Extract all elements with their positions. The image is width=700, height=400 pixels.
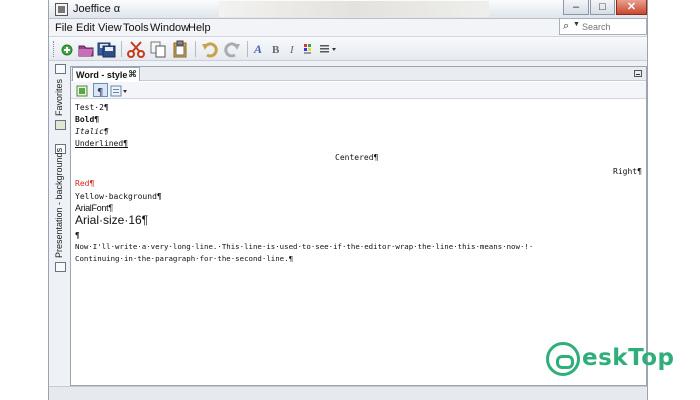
- menu-edit[interactable]: Edit: [76, 22, 95, 34]
- title-bar: Joeffice α – □ ✕: [49, 0, 647, 19]
- doc-line-arial: ArialFont¶: [75, 203, 113, 213]
- doc-line-italic: Italic¶: [75, 127, 109, 136]
- doc-line-continuation: Continuing·in·the·paragraph·for·the·seco…: [75, 254, 294, 263]
- favorites-tab[interactable]: Favorites: [54, 79, 64, 116]
- main-toolbar: A B I: [49, 37, 647, 61]
- search-input[interactable]: [582, 20, 644, 33]
- text-color-icon[interactable]: [300, 40, 318, 58]
- desktop-watermark: eskTop: [546, 342, 686, 378]
- editor-toolbar: ¶: [71, 82, 646, 99]
- tab-strip: Word - style ⌘: [71, 67, 646, 81]
- doc-line-arial-16: Arial·size·16¶: [75, 213, 149, 227]
- svg-text:I: I: [289, 44, 295, 56]
- app-icon[interactable]: [55, 3, 68, 16]
- toolbar-separator: [195, 41, 196, 57]
- doc-line-centered: Centered¶: [335, 153, 379, 162]
- doc-line-underlined: Underlined¶: [75, 139, 128, 148]
- menu-bar: File Edit View Tools Window Help: [49, 19, 647, 37]
- font-style-icon[interactable]: A: [251, 40, 269, 58]
- close-tab-icon[interactable]: ⌘: [128, 69, 137, 80]
- minimize-panel-icon[interactable]: [634, 70, 642, 77]
- close-button[interactable]: ✕: [616, 0, 647, 15]
- chevron-down-icon[interactable]: ▼: [573, 21, 580, 28]
- restore-panel-icon[interactable]: [55, 64, 66, 74]
- watermark-text: eskTop: [582, 345, 675, 371]
- menu-file[interactable]: File: [55, 22, 73, 34]
- editor-panel: Word - style ⌘ ¶ Test·2¶ Bold¶ Italic¶ U…: [70, 66, 647, 386]
- doc-line-red: Red¶: [75, 179, 95, 188]
- toolbar-separator: [121, 41, 122, 57]
- window-title: Joeffice α: [73, 3, 121, 15]
- paste-icon[interactable]: [171, 40, 189, 58]
- blurred-region: [219, 1, 489, 17]
- copy-icon[interactable]: [149, 40, 167, 58]
- new-document-icon[interactable]: [59, 40, 77, 58]
- presentation-icon[interactable]: [55, 262, 66, 272]
- redo-icon[interactable]: [223, 40, 241, 58]
- tab-label: Word - style: [76, 70, 128, 80]
- align-dropdown-icon[interactable]: [317, 40, 339, 58]
- green-format-icon[interactable]: [75, 83, 90, 97]
- menu-tools[interactable]: Tools: [123, 22, 149, 34]
- presentation-backgrounds-tab[interactable]: Presentation - backgrounds: [54, 148, 64, 258]
- menu-help[interactable]: Help: [188, 22, 211, 34]
- doc-line-empty: ¶: [75, 231, 80, 240]
- watermark-logo-icon: [546, 342, 580, 376]
- undo-icon[interactable]: [201, 40, 219, 58]
- minimize-button[interactable]: –: [563, 0, 589, 15]
- save-icon[interactable]: [97, 40, 116, 58]
- toolbar-grip[interactable]: [53, 41, 56, 57]
- toolbar-separator: [247, 41, 248, 57]
- maximize-button[interactable]: □: [590, 0, 615, 15]
- doc-line-bold: Bold¶: [75, 115, 100, 124]
- favorites-icon[interactable]: [55, 120, 66, 130]
- side-rail: Favorites Presentation - backgrounds: [54, 64, 68, 284]
- search-icon[interactable]: ⌕: [563, 20, 569, 33]
- status-bar: [49, 386, 647, 400]
- show-formatting-marks-icon[interactable]: ¶: [93, 83, 108, 98]
- doc-line-yellow-background: Yellow·background¶: [75, 192, 162, 201]
- tab-word-style[interactable]: Word - style ⌘: [72, 67, 140, 81]
- svg-text:B: B: [272, 44, 280, 56]
- application-window: Joeffice α – □ ✕ File Edit View Tools Wi…: [48, 0, 648, 400]
- cut-icon[interactable]: [127, 40, 145, 58]
- doc-line: Test·2¶: [75, 103, 109, 112]
- search-box: ⌕ ▼: [559, 18, 647, 35]
- menu-view[interactable]: View: [98, 22, 122, 34]
- doc-line-right: Right¶: [613, 167, 642, 176]
- view-mode-dropdown-icon[interactable]: [109, 83, 131, 97]
- open-folder-icon[interactable]: [77, 40, 95, 58]
- menu-window[interactable]: Window: [150, 22, 189, 34]
- svg-text:¶: ¶: [97, 87, 103, 97]
- doc-line-long: Now·I'll·write·a·very·long·line.·This·li…: [75, 242, 534, 251]
- svg-text:A: A: [253, 42, 262, 56]
- document-editor[interactable]: Test·2¶ Bold¶ Italic¶ Underlined¶ Center…: [73, 101, 645, 383]
